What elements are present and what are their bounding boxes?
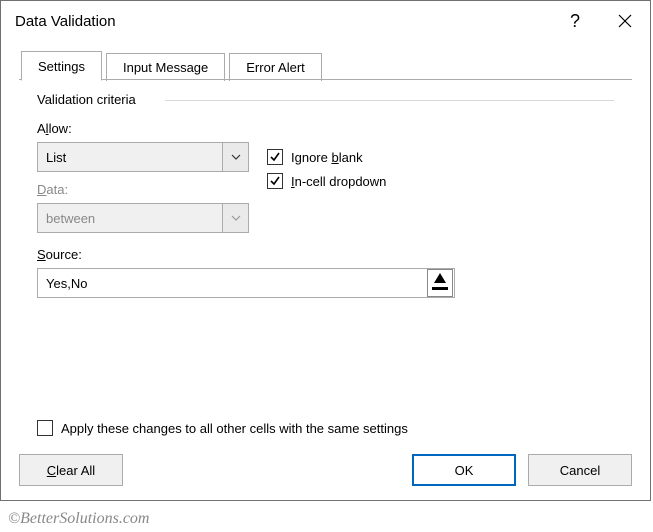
data-combobox: between bbox=[37, 203, 249, 233]
range-picker-icon bbox=[428, 271, 452, 295]
range-picker-button[interactable] bbox=[427, 269, 453, 297]
incell-dropdown-checkbox[interactable]: In-cell dropdown bbox=[267, 173, 386, 189]
help-button[interactable]: ? bbox=[550, 1, 600, 41]
checkbox-checked-icon bbox=[267, 173, 283, 189]
close-icon bbox=[618, 14, 632, 28]
ignore-blank-label: Ignore blank bbox=[291, 150, 363, 165]
titlebar: Data Validation ? bbox=[1, 1, 650, 41]
chevron-down-icon bbox=[231, 154, 241, 160]
dialog-footer: Clear All OK Cancel bbox=[19, 454, 632, 486]
source-field[interactable]: Yes,No bbox=[37, 268, 455, 298]
dialog-title: Data Validation bbox=[15, 13, 550, 30]
watermark: ©BetterSolutions.com bbox=[8, 510, 149, 528]
allow-combobox[interactable]: List bbox=[37, 142, 249, 172]
tab-error-alert[interactable]: Error Alert bbox=[229, 53, 322, 81]
settings-panel: Validation criteria Allow: List Data: be… bbox=[19, 79, 632, 306]
source-value: Yes,No bbox=[38, 269, 427, 297]
apply-changes-checkbox[interactable]: Apply these changes to all other cells w… bbox=[19, 420, 426, 436]
tab-settings[interactable]: Settings bbox=[21, 51, 102, 81]
data-label: Data: bbox=[37, 182, 267, 197]
ignore-blank-checkbox[interactable]: Ignore blank bbox=[267, 149, 386, 165]
apply-changes-label: Apply these changes to all other cells w… bbox=[61, 421, 408, 436]
tab-strip: Settings Input Message Error Alert bbox=[21, 51, 632, 80]
checkbox-unchecked-icon bbox=[37, 420, 53, 436]
incell-dropdown-label: In-cell dropdown bbox=[291, 174, 386, 189]
data-validation-dialog: Data Validation ? Settings Input Message… bbox=[0, 0, 651, 501]
group-validation-criteria: Validation criteria bbox=[37, 92, 614, 107]
close-button[interactable] bbox=[600, 1, 650, 41]
checkbox-checked-icon bbox=[267, 149, 283, 165]
chevron-down-icon bbox=[231, 215, 241, 221]
data-dropdown-button bbox=[222, 204, 248, 232]
allow-value: List bbox=[38, 150, 222, 165]
clear-all-button[interactable]: Clear All bbox=[19, 454, 123, 486]
cancel-button[interactable]: Cancel bbox=[528, 454, 632, 486]
ok-button[interactable]: OK bbox=[412, 454, 516, 486]
source-label: Source: bbox=[37, 247, 614, 262]
data-value: between bbox=[38, 211, 222, 226]
allow-dropdown-button[interactable] bbox=[222, 143, 248, 171]
allow-label: Allow: bbox=[37, 121, 267, 136]
tab-input-message[interactable]: Input Message bbox=[106, 53, 225, 81]
